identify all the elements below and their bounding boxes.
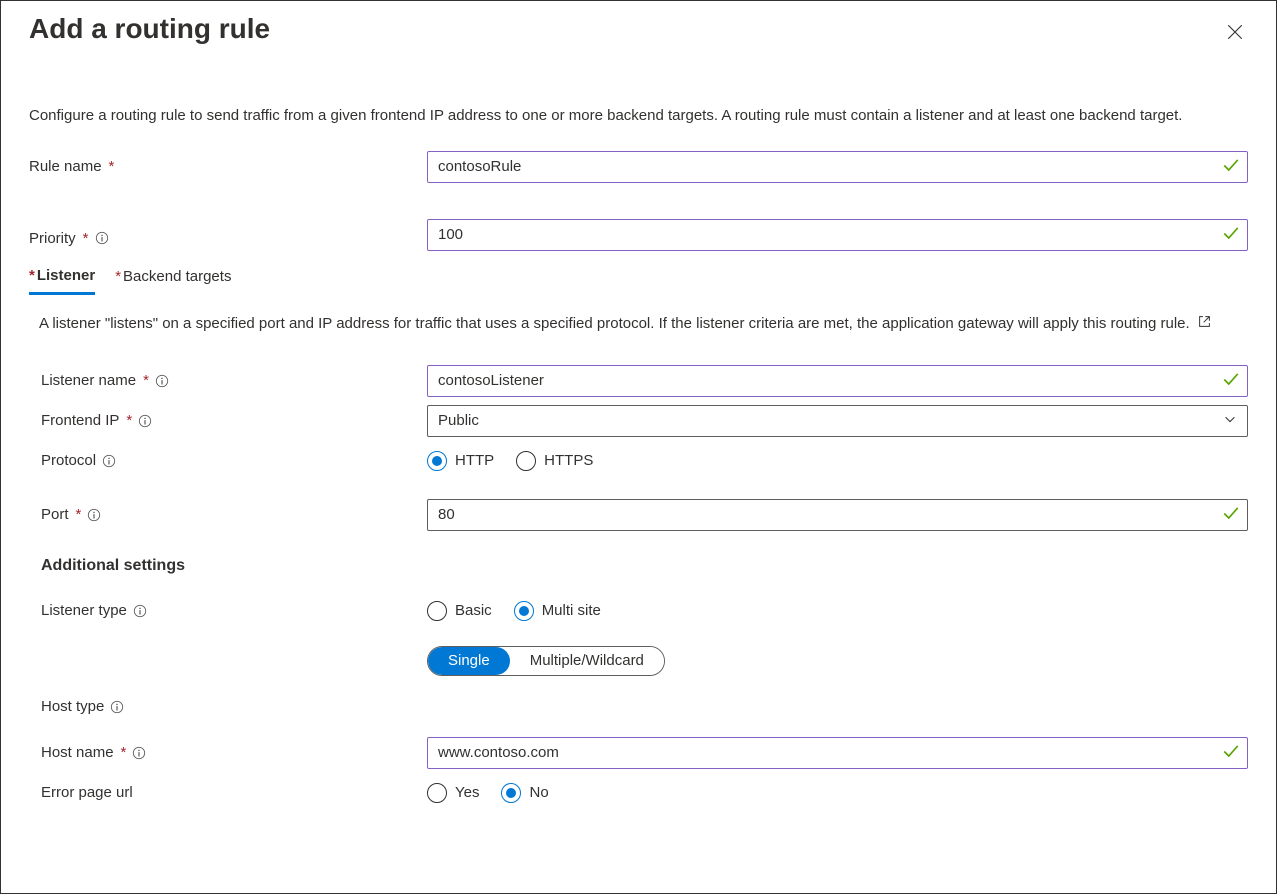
required-indicator: * bbox=[76, 506, 82, 523]
host-type-pill-row: Single Multiple/Wildcard bbox=[29, 643, 1248, 679]
info-icon[interactable] bbox=[138, 414, 152, 428]
port-label: Port bbox=[41, 506, 69, 523]
close-button[interactable] bbox=[1222, 19, 1248, 45]
protocol-label: Protocol bbox=[41, 452, 96, 469]
chevron-down-icon bbox=[1223, 412, 1237, 430]
port-input[interactable] bbox=[427, 499, 1248, 531]
error-page-no-label: No bbox=[529, 784, 548, 801]
error-page-radio-group: Yes No bbox=[427, 783, 1248, 803]
host-name-label: Host name bbox=[41, 744, 114, 761]
info-icon[interactable] bbox=[87, 508, 101, 522]
priority-input[interactable] bbox=[427, 219, 1248, 251]
info-icon[interactable] bbox=[110, 700, 124, 714]
protocol-http-label: HTTP bbox=[455, 452, 494, 469]
listener-type-row: Listener type Basic Multi site bbox=[29, 593, 1248, 629]
error-page-row: Error page url Yes No bbox=[29, 775, 1248, 811]
error-page-label: Error page url bbox=[41, 784, 133, 801]
rule-name-input[interactable] bbox=[427, 151, 1248, 183]
listener-type-basic-radio[interactable]: Basic bbox=[427, 601, 492, 621]
info-icon[interactable] bbox=[95, 231, 109, 245]
rule-name-label: Rule name bbox=[29, 158, 102, 175]
additional-settings-heading: Additional settings bbox=[41, 557, 1248, 575]
listener-type-basic-label: Basic bbox=[455, 602, 492, 619]
tab-backend-targets[interactable]: *Backend targets bbox=[115, 261, 231, 295]
protocol-https-radio[interactable]: HTTPS bbox=[516, 451, 593, 471]
protocol-https-label: HTTPS bbox=[544, 452, 593, 469]
host-type-toggle: Single Multiple/Wildcard bbox=[427, 646, 665, 676]
panel-header: Add a routing rule bbox=[29, 13, 1248, 45]
info-icon[interactable] bbox=[155, 374, 169, 388]
host-name-row: Host name * bbox=[29, 735, 1248, 771]
info-icon[interactable] bbox=[102, 454, 116, 468]
add-routing-rule-panel: Add a routing rule Configure a routing r… bbox=[0, 0, 1277, 894]
frontend-ip-value: Public bbox=[438, 412, 479, 429]
priority-row: Priority * bbox=[29, 219, 1248, 251]
listener-name-input[interactable] bbox=[427, 365, 1248, 397]
listener-name-row: Listener name * bbox=[29, 363, 1248, 399]
required-indicator: * bbox=[83, 230, 89, 247]
error-page-no-radio[interactable]: No bbox=[501, 783, 548, 803]
listener-type-label: Listener type bbox=[41, 602, 127, 619]
host-type-single-option[interactable]: Single bbox=[428, 647, 510, 675]
protocol-radio-group: HTTP HTTPS bbox=[427, 451, 1248, 471]
listener-type-multi-radio[interactable]: Multi site bbox=[514, 601, 601, 621]
panel-description: Configure a routing rule to send traffic… bbox=[29, 105, 1248, 127]
tab-listener-label: Listener bbox=[37, 267, 95, 284]
tab-listener[interactable]: *Listener bbox=[29, 261, 95, 295]
priority-label: Priority bbox=[29, 230, 76, 247]
frontend-ip-row: Frontend IP * Public bbox=[29, 403, 1248, 439]
required-indicator: * bbox=[121, 744, 127, 761]
tab-backend-label: Backend targets bbox=[123, 268, 231, 285]
host-type-multiple-option[interactable]: Multiple/Wildcard bbox=[510, 647, 664, 675]
external-link-icon[interactable] bbox=[1198, 315, 1211, 332]
rule-name-row: Rule name * bbox=[29, 151, 1248, 183]
tabs: *Listener *Backend targets bbox=[29, 261, 1248, 295]
required-indicator: * bbox=[109, 158, 115, 175]
required-indicator: * bbox=[143, 372, 149, 389]
listener-description-text: A listener "listens" on a specified port… bbox=[39, 315, 1190, 332]
required-indicator: * bbox=[126, 412, 132, 429]
info-icon[interactable] bbox=[133, 604, 147, 618]
host-type-label: Host type bbox=[41, 698, 104, 715]
host-type-label-row: Host type bbox=[29, 689, 1248, 725]
error-page-yes-radio[interactable]: Yes bbox=[427, 783, 479, 803]
listener-name-label: Listener name bbox=[41, 372, 136, 389]
listener-description: A listener "listens" on a specified port… bbox=[39, 313, 1248, 335]
error-page-yes-label: Yes bbox=[455, 784, 479, 801]
page-title: Add a routing rule bbox=[29, 13, 270, 45]
protocol-row: Protocol HTTP HTTPS bbox=[29, 443, 1248, 479]
info-icon[interactable] bbox=[132, 746, 146, 760]
port-row: Port * bbox=[29, 497, 1248, 533]
listener-type-radio-group: Basic Multi site bbox=[427, 601, 1248, 621]
frontend-ip-label: Frontend IP bbox=[41, 412, 119, 429]
listener-type-multi-label: Multi site bbox=[542, 602, 601, 619]
frontend-ip-select[interactable]: Public bbox=[427, 405, 1248, 437]
close-icon bbox=[1226, 23, 1244, 41]
host-name-input[interactable] bbox=[427, 737, 1248, 769]
protocol-http-radio[interactable]: HTTP bbox=[427, 451, 494, 471]
